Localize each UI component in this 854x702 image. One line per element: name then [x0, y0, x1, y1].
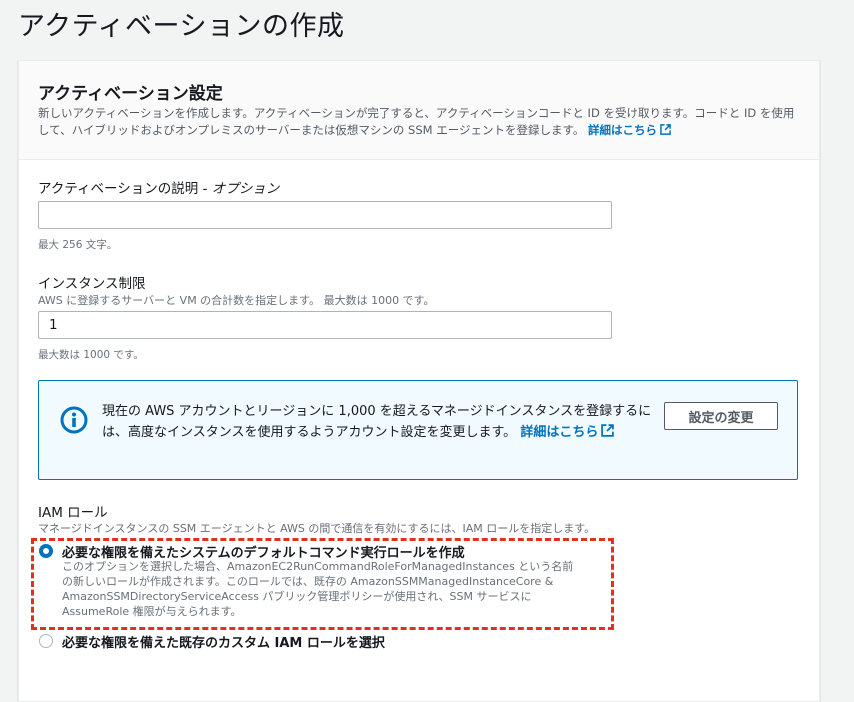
info-icon	[60, 406, 88, 434]
description-field-label: アクティベーションの説明 - オプション	[38, 177, 279, 197]
panel-header: アクティベーション設定 新しいアクティベーションを作成します。アクティベーション…	[19, 61, 819, 160]
external-link-icon	[660, 124, 671, 135]
instance-limit-label: インスタンス制限	[38, 276, 146, 292]
activation-description-input[interactable]	[38, 201, 612, 229]
info-alert-text: 現在の AWS アカウントとリージョンに 1,000 を超えるマネージドインスタ…	[102, 401, 662, 443]
info-learn-more-text: 詳細はこちら	[520, 425, 599, 440]
option-create-default-role-description: このオプションを選択した場合、AmazonEC2RunCommandRoleFo…	[62, 560, 574, 618]
panel-description: 新しいアクティベーションを作成します。アクティベーションが完了すると、アクティベ…	[38, 105, 798, 139]
learn-more-link[interactable]: 詳細はこちら	[588, 123, 671, 137]
description-hint: 最大 256 文字。	[38, 239, 118, 251]
iam-role-label: IAM ロール	[38, 505, 108, 521]
panel-description-text: 新しいアクティベーションを作成します。アクティベーションが完了すると、アクティベ…	[38, 106, 795, 137]
radio-existing-custom-role[interactable]	[39, 634, 53, 648]
external-link-icon	[601, 424, 615, 437]
info-alert: 現在の AWS アカウントとリージョンに 1,000 を超えるマネージドインスタ…	[38, 380, 798, 480]
learn-more-link-text: 詳細はこちら	[588, 123, 657, 137]
change-settings-button[interactable]: 設定の変更	[664, 402, 778, 430]
radio-create-default-role[interactable]	[39, 544, 53, 558]
option-existing-custom-role-label[interactable]: 必要な権限を備えた既存のカスタム IAM ロールを選択	[62, 632, 385, 651]
instance-limit-hint: 最大数は 1000 です。	[38, 349, 144, 361]
description-label-text: アクティベーションの説明	[38, 181, 199, 197]
info-learn-more-link[interactable]: 詳細はこちら	[520, 424, 615, 440]
instance-limit-description: AWS に登録するサーバーと VM の合計数を指定します。 最大数は 1000 …	[38, 294, 435, 307]
panel-title: アクティベーション設定	[38, 84, 223, 104]
instance-limit-input[interactable]	[38, 311, 612, 339]
page-title: アクティベーションの作成	[18, 11, 345, 42]
activation-settings-panel: アクティベーション設定 新しいアクティベーションを作成します。アクティベーション…	[18, 60, 820, 702]
iam-role-description: マネージドインスタンスの SSM エージェントと AWS の間で通信を有効にする…	[38, 522, 596, 535]
optional-tag: - オプション	[198, 181, 280, 197]
